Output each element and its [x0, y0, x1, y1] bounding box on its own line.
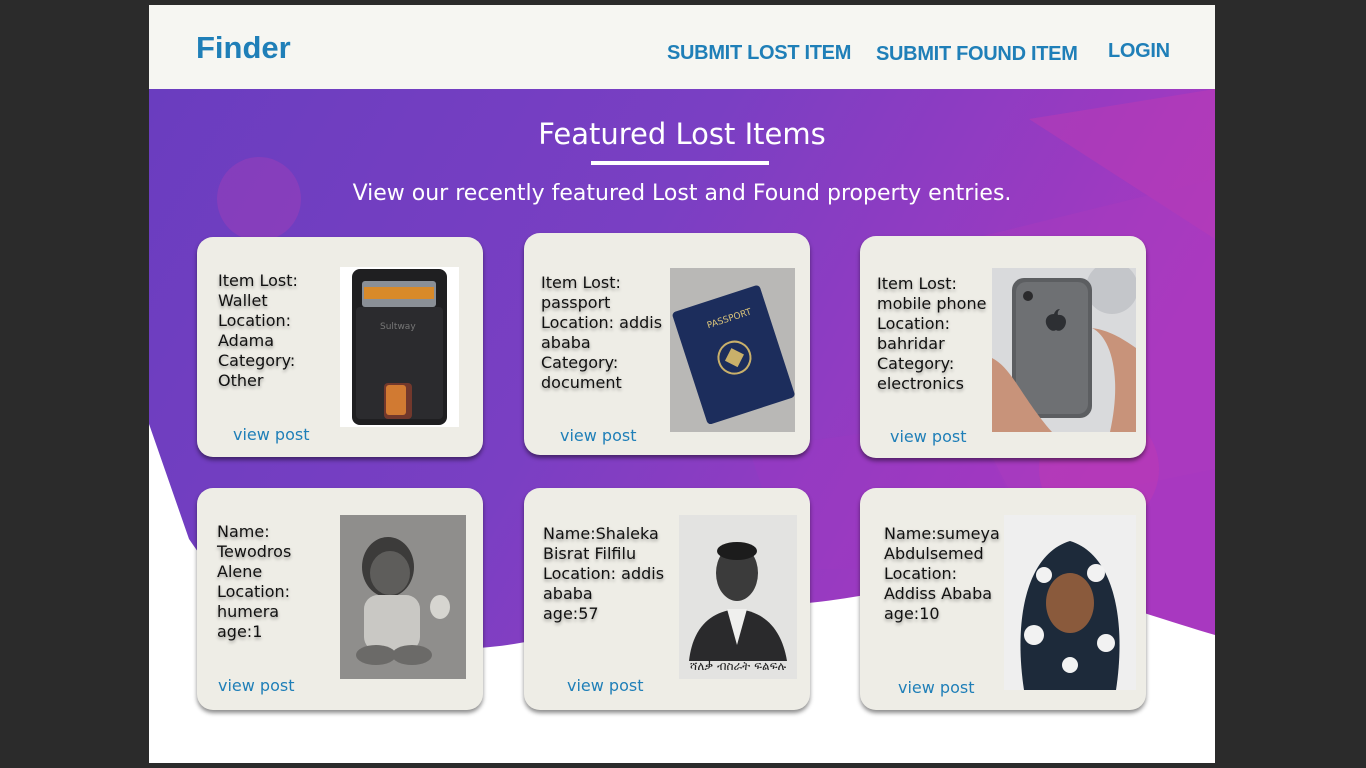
girl-portrait-photo — [1004, 515, 1136, 690]
man-portrait-photo: ሻለቃ ብስራት ፍልፍሉ — [679, 515, 797, 679]
section-subtitle: View our recently featured Lost and Foun… — [352, 181, 1012, 206]
phone-photo — [992, 268, 1136, 432]
page: Finder SUBMIT LOST ITEM SUBMIT FOUND ITE… — [149, 5, 1215, 763]
view-post-link[interactable]: view post — [560, 426, 636, 445]
card-details: Item Lost: mobile phone Location: bahrid… — [877, 274, 987, 393]
card-details: Name:sumeya Abdulsemed Location: Addiss … — [884, 524, 1000, 623]
brand-logo[interactable]: Finder — [196, 30, 291, 66]
missing-person-card: Name:sumeya Abdulsemed Location: Addiss … — [860, 488, 1146, 710]
card-details: Item Lost: Wallet Location: Adama Catego… — [218, 271, 298, 390]
missing-person-card: Name:Shaleka Bisrat Filfilu Location: ad… — [524, 488, 810, 710]
view-post-link[interactable]: view post — [218, 676, 294, 695]
portrait-caption: ሻለቃ ብስራት ፍልፍሉ — [689, 659, 787, 673]
title-underline — [591, 161, 769, 165]
section-title: Featured Lost Items — [538, 117, 826, 151]
submit-found-item-link[interactable]: SUBMIT FOUND ITEM — [876, 43, 1078, 66]
login-link[interactable]: LOGIN — [1108, 40, 1170, 63]
svg-text:Sultway: Sultway — [380, 322, 416, 332]
missing-person-card: Name: Tewodros Alene Location: humera ag… — [197, 488, 483, 710]
view-post-link[interactable]: view post — [898, 678, 974, 697]
passport-photo: PASSPORT — [670, 268, 795, 432]
submit-lost-item-link[interactable]: SUBMIT LOST ITEM — [667, 42, 851, 65]
view-post-link[interactable]: view post — [233, 425, 309, 444]
card-details: Name: Tewodros Alene Location: humera ag… — [217, 522, 292, 641]
wallet-photo: Sultway — [340, 267, 459, 427]
lost-item-card: Item Lost: Wallet Location: Adama Catego… — [197, 237, 483, 457]
view-post-link[interactable]: view post — [890, 427, 966, 446]
lost-item-card: Item Lost: passport Location: addis abab… — [524, 233, 810, 455]
lost-item-card: Item Lost: mobile phone Location: bahrid… — [860, 236, 1146, 458]
baby-photo — [340, 515, 466, 679]
card-details: Name:Shaleka Bisrat Filfilu Location: ad… — [543, 524, 665, 623]
card-details: Item Lost: passport Location: addis abab… — [541, 273, 663, 392]
view-post-link[interactable]: view post — [567, 676, 643, 695]
navbar: Finder SUBMIT LOST ITEM SUBMIT FOUND ITE… — [149, 5, 1215, 89]
